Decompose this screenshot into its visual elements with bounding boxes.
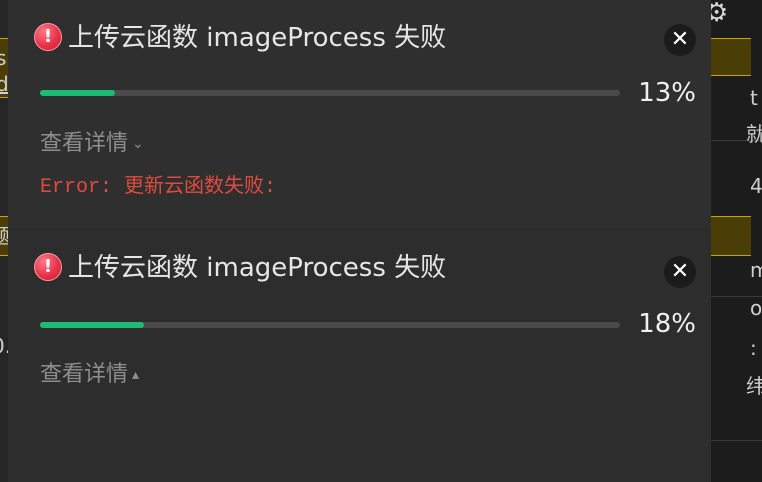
chevron-up-icon: ▴ xyxy=(132,367,140,383)
error-detail: 更新云函数失败: xyxy=(124,176,277,199)
view-details-toggle[interactable]: 查看详情 ▴ xyxy=(40,360,139,390)
upload-error-notification: ! 上传云函数 imageProcess 失败 ✕ 18% 查看详情 ▴ xyxy=(8,228,711,482)
notification-title: 上传云函数 imageProcess 失败 xyxy=(68,253,447,283)
view-details-label: 查看详情 xyxy=(40,362,129,387)
left-fragment: 题 xyxy=(0,224,8,248)
error-message: Error: 更新云函数失败: xyxy=(40,174,276,202)
view-details-label: 查看详情 xyxy=(40,131,129,156)
close-icon[interactable]: ✕ xyxy=(664,256,696,288)
right-fragment: : xyxy=(750,336,757,360)
upload-error-notification: ! 上传云函数 imageProcess 失败 ✕ 13% 查看详情 ⌄ Erro… xyxy=(8,0,711,228)
notification-header: ! 上传云函数 imageProcess 失败 xyxy=(34,20,694,56)
right-highlight-band xyxy=(711,38,751,76)
progress-fill xyxy=(40,322,145,328)
right-fragment: t xyxy=(750,86,758,110)
right-highlight-band-2 xyxy=(711,216,751,256)
progress-bar xyxy=(40,322,620,328)
progress-percent: 18% xyxy=(638,309,696,339)
progress-bar xyxy=(40,90,620,96)
error-prefix: Error: xyxy=(40,176,113,199)
close-icon[interactable]: ✕ xyxy=(664,24,696,56)
chevron-down-icon: ⌄ xyxy=(132,136,144,152)
right-fragment: 纬 xyxy=(746,374,762,398)
right-fragment: o xyxy=(750,296,762,320)
right-fragment: 4 xyxy=(750,174,762,198)
notification-title: 上传云函数 imageProcess 失败 xyxy=(68,23,447,53)
error-circle-icon: ! xyxy=(34,253,62,281)
error-circle-icon: ! xyxy=(34,23,62,51)
right-fragment: m xyxy=(750,258,762,282)
progress-fill xyxy=(40,90,116,96)
notification-header: ! 上传云函数 imageProcess 失败 xyxy=(34,250,694,286)
row-divider xyxy=(711,440,762,441)
right-fragment: 就 xyxy=(746,122,762,146)
view-details-toggle[interactable]: 查看详情 ⌄ xyxy=(40,129,144,159)
left-fragment: 0. xyxy=(0,334,8,358)
progress-percent: 13% xyxy=(638,78,696,108)
